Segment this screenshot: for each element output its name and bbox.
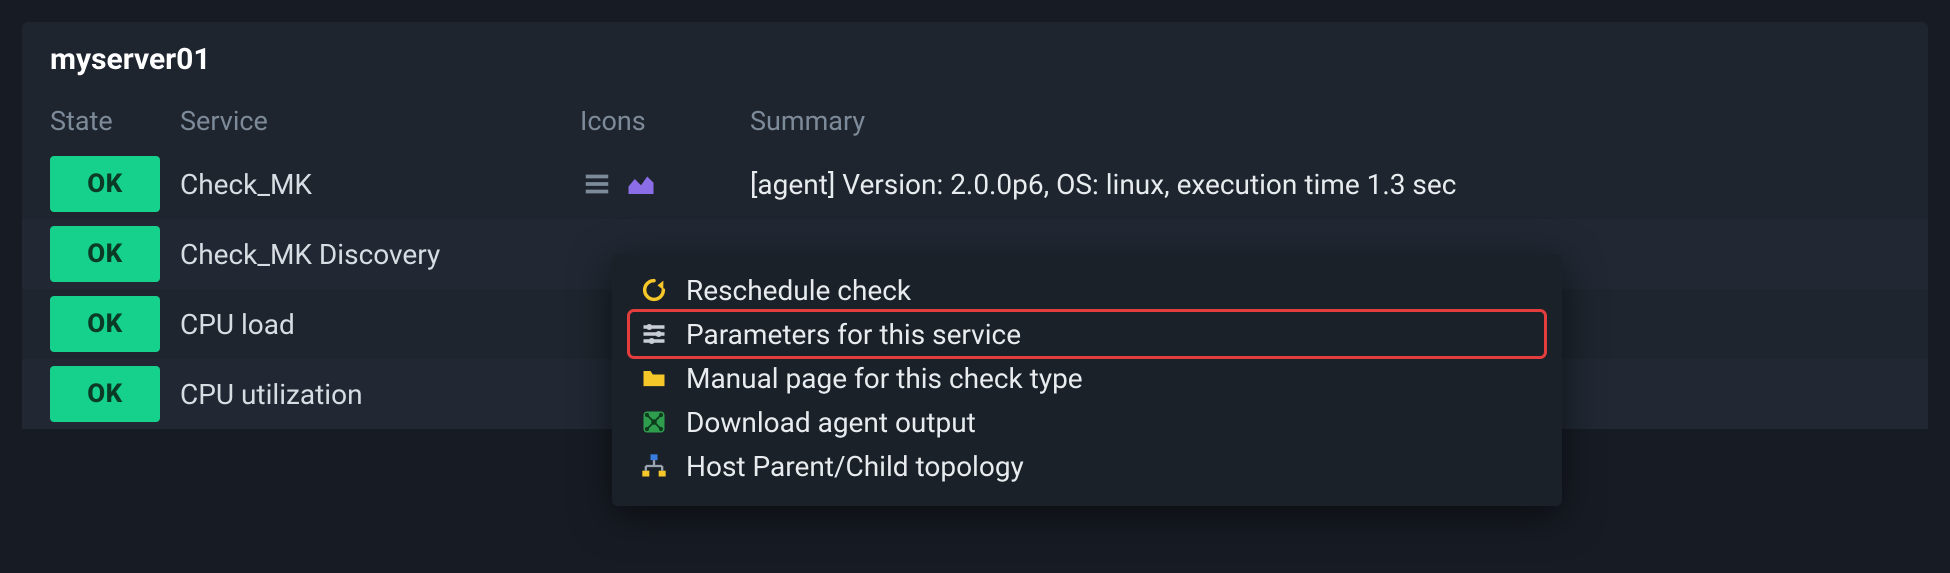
- state-badge-ok: OK: [50, 366, 160, 422]
- state-badge-ok: OK: [50, 226, 160, 282]
- table-header: State Service Icons Summary: [22, 95, 1928, 149]
- services-panel: myserver01 State Service Icons Summary O…: [22, 22, 1928, 429]
- menu-item-label: Reschedule check: [686, 274, 911, 307]
- network-icon: [636, 404, 672, 440]
- host-title: myserver01: [22, 22, 1928, 95]
- menu-item-manual[interactable]: Manual page for this check type: [630, 356, 1544, 400]
- state-badge-ok: OK: [50, 156, 160, 212]
- service-name[interactable]: CPU utilization: [180, 378, 580, 411]
- context-menu: Reschedule check Parameters for this ser…: [612, 254, 1562, 506]
- header-service: Service: [180, 105, 580, 137]
- chart-area-icon[interactable]: [624, 167, 658, 201]
- menu-item-label: Parameters for this service: [686, 318, 1021, 351]
- row-icons: [580, 167, 750, 201]
- header-summary: Summary: [750, 105, 1900, 137]
- service-summary: [agent] Version: 2.0.0p6, OS: linux, exe…: [750, 168, 1900, 201]
- menu-icon[interactable]: [580, 167, 614, 201]
- reload-icon: [636, 272, 672, 308]
- service-name[interactable]: Check_MK: [180, 168, 580, 201]
- sliders-icon: [636, 316, 672, 352]
- service-name[interactable]: CPU load: [180, 308, 580, 341]
- table-row[interactable]: OK Check_MK [agent] Version: 2.0.0p6, OS…: [22, 149, 1928, 219]
- service-name[interactable]: Check_MK Discovery: [180, 238, 580, 271]
- hierarchy-icon: [636, 448, 672, 484]
- menu-item-label: Host Parent/Child topology: [686, 450, 1024, 483]
- menu-item-label: Manual page for this check type: [686, 362, 1083, 395]
- menu-item-reschedule[interactable]: Reschedule check: [630, 268, 1544, 312]
- menu-item-parameters[interactable]: Parameters for this service: [630, 312, 1544, 356]
- menu-item-topology[interactable]: Host Parent/Child topology: [630, 444, 1544, 488]
- header-icons: Icons: [580, 105, 750, 137]
- menu-item-download-agent[interactable]: Download agent output: [630, 400, 1544, 444]
- header-state: State: [50, 105, 180, 137]
- state-badge-ok: OK: [50, 296, 160, 352]
- menu-item-label: Download agent output: [686, 406, 976, 439]
- folder-icon: [636, 360, 672, 396]
